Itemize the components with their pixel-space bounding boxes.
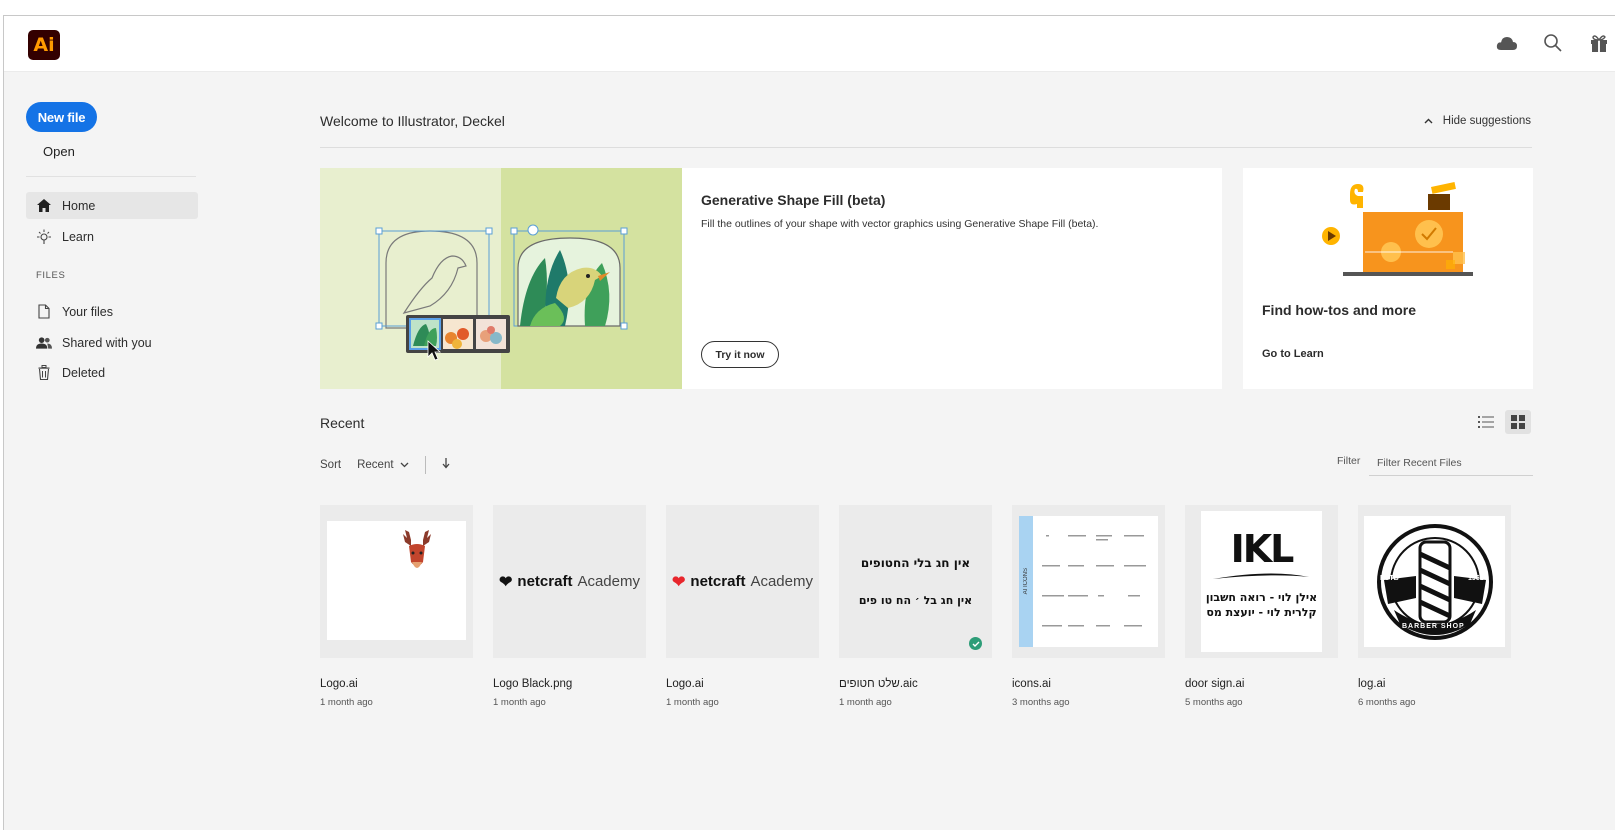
sidebar-item-label: Deleted: [62, 365, 106, 380]
thumb-hebrew-line: אילן לוי - רואה חשבון: [1205, 590, 1318, 604]
netcraft-logo: ❤ netcraft Academy: [499, 573, 640, 591]
generative-shape-fill-card: Generative Shape Fill (beta) Fill the ou…: [320, 168, 1222, 389]
file-thumbnail: ❤ netcraft Academy: [493, 505, 646, 658]
promo-description: Fill the outlines of your shape with vec…: [701, 218, 1099, 230]
open-button[interactable]: Open: [43, 144, 75, 159]
promo-title: Generative Shape Fill (beta): [701, 192, 886, 208]
file-name: icons.ai: [1012, 678, 1051, 690]
try-it-now-button[interactable]: Try it now: [701, 341, 779, 368]
lightbulb-icon: [36, 229, 52, 245]
list-view-icon: [1478, 416, 1494, 428]
file-thumbnail: אין חג בלי החטופים אין חג בל ׳ הח טו פים: [839, 505, 992, 658]
sidebar-item-learn[interactable]: Learn: [26, 223, 198, 250]
learn-card[interactable]: Find how-tos and more Go to Learn: [1243, 168, 1533, 389]
filter-recent-files-input[interactable]: [1369, 450, 1533, 476]
top-bar: Ai: [4, 16, 1615, 72]
thumb-badge-left: ESTB: [1380, 575, 1399, 582]
grid-view-icon: [1511, 415, 1525, 429]
sidebar: New file Open Home Learn FILES Your file…: [4, 72, 224, 830]
file-thumbnail: ESTB 1961 BARBER SHOP: [1358, 505, 1511, 658]
file-name: door sign.ai: [1185, 678, 1245, 690]
icon-sheet-preview: [1042, 535, 1146, 627]
file-card[interactable]: AI ICONS icons.ai 3 months ago: [1012, 505, 1165, 708]
learn-illustration: [1322, 182, 1473, 276]
list-view-button[interactable]: [1473, 410, 1499, 434]
gift-icon[interactable]: [1587, 30, 1611, 56]
new-file-button[interactable]: New file: [26, 102, 97, 132]
file-name: log.ai: [1358, 678, 1386, 690]
cloud-icon[interactable]: [1495, 30, 1519, 56]
file-date: 6 months ago: [1358, 697, 1416, 708]
file-date: 5 months ago: [1185, 697, 1243, 708]
file-thumbnail: IKL אילן לוי - רואה חשבון קלרית לוי - יו…: [1185, 505, 1338, 658]
file-card[interactable]: ❤ netcraft Academy Logo Black.png 1 mont…: [493, 505, 646, 708]
file-icon: [36, 304, 52, 319]
thumb-hebrew-line: אין חג בלי החטופים: [860, 556, 971, 570]
trash-icon: [36, 365, 52, 380]
thumb-badge-right: 1961: [1468, 575, 1484, 582]
recent-files-grid: Logo.ai 1 month ago ❤ netcraft Academy L…: [320, 505, 1511, 708]
search-icon[interactable]: [1541, 30, 1565, 56]
thumb-hebrew-line: אין חג בל ׳ הח טו פים: [858, 594, 973, 607]
app-window: Ai New file Open Home Learn FILES Your f…: [3, 15, 1615, 830]
file-card[interactable]: אין חג בלי החטופים אין חג בל ׳ הח טו פים…: [839, 505, 992, 708]
file-date: 1 month ago: [666, 697, 719, 708]
sort-dropdown[interactable]: Recent: [357, 459, 408, 471]
file-name: שלט חטופים.aic: [839, 678, 918, 690]
sidebar-divider: [26, 176, 196, 177]
sidebar-item-label: Home: [62, 198, 96, 213]
netcraft-logo: ❤ netcraft Academy: [672, 573, 813, 591]
learn-card-title: Find how-tos and more: [1262, 302, 1416, 318]
file-date: 1 month ago: [320, 697, 373, 708]
file-thumbnail: ❤ netcraft Academy: [666, 505, 819, 658]
welcome-heading: Welcome to Illustrator, Deckel: [320, 113, 505, 129]
sidebar-item-shared-with-you[interactable]: Shared with you: [26, 329, 198, 356]
home-icon: [36, 199, 52, 212]
illustrator-logo[interactable]: Ai: [28, 30, 60, 60]
deer-logo-icon: [402, 529, 431, 568]
people-icon: [36, 336, 52, 350]
file-name: Logo Black.png: [493, 678, 573, 690]
swoosh-decoration: [1213, 572, 1310, 579]
go-to-learn-link[interactable]: Go to Learn: [1262, 348, 1324, 360]
file-thumbnail: AI ICONS: [1012, 505, 1165, 658]
sort-controls: Sort Recent: [320, 456, 450, 474]
thumb-logo-text: IKL: [1230, 526, 1295, 571]
file-thumbnail: [320, 505, 473, 658]
files-section-header: FILES: [36, 270, 66, 281]
thumb-hebrew-line: קלרית לוי - יועצת מס: [1206, 605, 1317, 619]
file-date: 1 month ago: [839, 697, 892, 708]
chevron-up-icon: [1424, 115, 1433, 127]
grid-view-button[interactable]: [1505, 410, 1531, 434]
sidebar-item-home[interactable]: Home: [26, 192, 198, 219]
generative-fill-illustration: [320, 168, 682, 389]
hide-suggestions-button[interactable]: Hide suggestions: [1424, 115, 1531, 127]
sidebar-item-deleted[interactable]: Deleted: [26, 359, 198, 386]
sidebar-item-label: Shared with you: [62, 335, 152, 350]
hide-suggestions-label: Hide suggestions: [1442, 115, 1531, 127]
filter-label: Filter: [1337, 455, 1361, 467]
arrow-down-icon: [442, 458, 450, 469]
file-name: Logo.ai: [320, 678, 358, 690]
chevron-down-icon: [400, 462, 408, 468]
sidebar-item-your-files[interactable]: Your files: [26, 298, 198, 325]
file-date: 3 months ago: [1012, 697, 1070, 708]
file-card[interactable]: Logo.ai 1 month ago: [320, 505, 473, 708]
synced-check-icon: [969, 637, 982, 650]
sidebar-item-label: Learn: [62, 229, 94, 244]
recent-heading: Recent: [320, 415, 365, 431]
file-card[interactable]: ❤ netcraft Academy Logo.ai 1 month ago: [666, 505, 819, 708]
main-divider: [320, 147, 1532, 148]
sort-value: Recent: [357, 459, 394, 471]
sidebar-item-label: Your files: [62, 304, 113, 319]
thumb-badge-text: BARBER SHOP: [1402, 623, 1465, 630]
file-date: 1 month ago: [493, 697, 546, 708]
sort-direction-button[interactable]: [442, 458, 450, 472]
file-card[interactable]: ESTB 1961 BARBER SHOP log.ai 6 months ag…: [1358, 505, 1511, 708]
file-card[interactable]: IKL אילן לוי - רואה חשבון קלרית לוי - יו…: [1185, 505, 1338, 708]
sort-label: Sort: [320, 459, 342, 471]
thumb-side-label: AI ICONS: [1023, 568, 1029, 595]
file-name: Logo.ai: [666, 678, 704, 690]
